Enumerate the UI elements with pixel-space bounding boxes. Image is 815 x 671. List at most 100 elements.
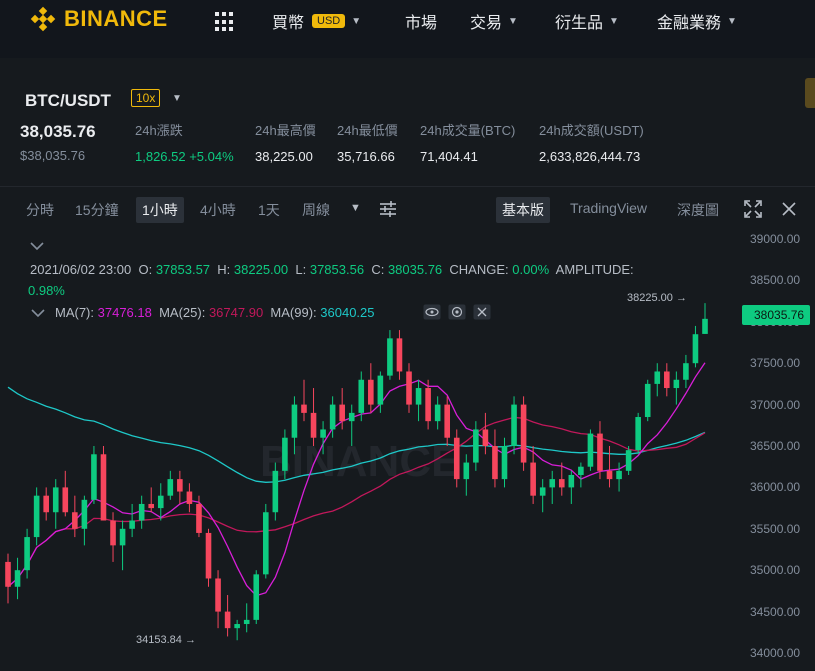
candle-up[interactable]: [473, 429, 479, 463]
interval-15m[interactable]: 15分鐘: [75, 200, 119, 220]
candle-up[interactable]: [119, 528, 126, 546]
candle-down[interactable]: [43, 495, 49, 513]
leverage-badge[interactable]: 10x: [131, 89, 161, 107]
candle-down[interactable]: [368, 379, 374, 405]
apps-grid-icon[interactable]: [215, 12, 235, 32]
candle-up[interactable]: [568, 474, 575, 488]
candle-down[interactable]: [196, 503, 202, 533]
chart-canvas[interactable]: BINANCE: [0, 231, 815, 671]
candle-up[interactable]: [157, 495, 164, 509]
more-intervals-chevron-icon[interactable]: ▼: [350, 202, 361, 214]
candle-up[interactable]: [320, 429, 326, 438]
fullscreen-icon[interactable]: [744, 200, 762, 218]
candle-up[interactable]: [91, 454, 97, 500]
candle-down[interactable]: [5, 561, 11, 587]
candle-down[interactable]: [72, 512, 78, 529]
candle-up[interactable]: [511, 404, 517, 446]
candle-up[interactable]: [578, 466, 584, 475]
candle-up[interactable]: [282, 437, 288, 471]
candle-down[interactable]: [482, 429, 489, 446]
candle-up[interactable]: [24, 537, 30, 571]
close-icon[interactable]: [780, 200, 798, 218]
candle-up[interactable]: [616, 470, 622, 480]
view-basic[interactable]: 基本版: [496, 197, 550, 223]
interval-1h[interactable]: 1小時: [136, 197, 184, 223]
settings-icon[interactable]: [448, 304, 466, 320]
indicator-settings-icon[interactable]: [379, 200, 397, 218]
candle-down[interactable]: [148, 503, 155, 509]
candle-up[interactable]: [539, 487, 546, 496]
candle-up[interactable]: [377, 375, 384, 405]
candle-down[interactable]: [530, 462, 536, 496]
candle-down[interactable]: [597, 433, 603, 471]
candle-up[interactable]: [654, 371, 661, 384]
eye-icon[interactable]: [423, 304, 441, 320]
candle-up[interactable]: [33, 495, 40, 538]
candle-down[interactable]: [425, 388, 431, 422]
nav-item-markets[interactable]: 市場: [405, 9, 437, 33]
candle-down[interactable]: [396, 338, 403, 372]
candle-up[interactable]: [463, 462, 470, 480]
candle-down[interactable]: [301, 404, 307, 413]
nav-item-trade[interactable]: 交易 ▼: [470, 9, 518, 33]
candle-up[interactable]: [52, 487, 59, 513]
candle-down[interactable]: [406, 371, 412, 405]
candle-up[interactable]: [415, 388, 422, 405]
view-depth[interactable]: 深度圖: [677, 200, 719, 220]
candle-up[interactable]: [673, 379, 680, 389]
candle-down[interactable]: [444, 404, 451, 438]
candle-up[interactable]: [702, 318, 708, 334]
candlestick-chart[interactable]: BINANCE 2021/06/02 23:00 O: 37853.57 H: …: [0, 231, 815, 671]
candle-up[interactable]: [262, 512, 269, 575]
candle-down[interactable]: [110, 520, 116, 546]
candle-up[interactable]: [129, 520, 135, 529]
candle-up[interactable]: [683, 363, 689, 380]
candle-down[interactable]: [100, 454, 107, 521]
candle-down[interactable]: [215, 578, 221, 612]
collapse-ma-chevron-icon[interactable]: [30, 306, 46, 320]
interval-4h[interactable]: 4小時: [200, 200, 236, 220]
candle-up[interactable]: [692, 334, 699, 364]
candle-up[interactable]: [14, 570, 21, 587]
chevron-down-icon[interactable]: ▼: [172, 93, 182, 104]
nav-item-finance[interactable]: 金融業務 ▼: [657, 9, 737, 33]
nav-item-derivatives[interactable]: 衍生品 ▼: [555, 9, 619, 33]
candle-down[interactable]: [453, 437, 460, 480]
candle-up[interactable]: [253, 574, 260, 620]
candle-up[interactable]: [329, 404, 336, 430]
candle-down[interactable]: [62, 487, 69, 513]
candle-down[interactable]: [186, 491, 193, 504]
brand-logo[interactable]: BINANCE: [30, 6, 168, 32]
candle-down[interactable]: [339, 404, 345, 422]
candle-up[interactable]: [81, 499, 88, 529]
candle-down[interactable]: [224, 611, 231, 629]
candle-down[interactable]: [205, 532, 212, 579]
candle-down[interactable]: [177, 479, 183, 492]
candle-up[interactable]: [234, 624, 240, 629]
remove-indicator-icon[interactable]: [473, 304, 491, 320]
interval-1d[interactable]: 1天: [258, 200, 280, 220]
candle-up[interactable]: [138, 503, 145, 521]
side-panel-tab[interactable]: [805, 78, 815, 108]
candle-up[interactable]: [358, 379, 365, 413]
nav-item-buy-crypto[interactable]: 買幣 USD ▼: [272, 9, 361, 33]
candle-up[interactable]: [635, 417, 641, 451]
interval-1w[interactable]: 周線: [302, 200, 330, 220]
candle-up[interactable]: [587, 433, 594, 467]
candle-up[interactable]: [644, 383, 651, 418]
candle-down[interactable]: [492, 446, 498, 480]
candle-down[interactable]: [606, 470, 613, 480]
candle-up[interactable]: [549, 479, 556, 488]
trading-pair[interactable]: BTC/USDT: [25, 91, 111, 111]
interval-time[interactable]: 分時: [26, 200, 54, 220]
candle-up[interactable]: [387, 338, 393, 376]
collapse-legend-chevron-icon[interactable]: [28, 239, 46, 253]
view-tradingview[interactable]: TradingView: [570, 200, 647, 216]
candle-down[interactable]: [664, 371, 670, 389]
candle-down[interactable]: [520, 404, 527, 463]
candle-up[interactable]: [348, 412, 355, 422]
candle-up[interactable]: [272, 470, 279, 513]
candle-down[interactable]: [558, 479, 565, 488]
candle-up[interactable]: [243, 619, 250, 625]
candle-up[interactable]: [501, 446, 508, 480]
